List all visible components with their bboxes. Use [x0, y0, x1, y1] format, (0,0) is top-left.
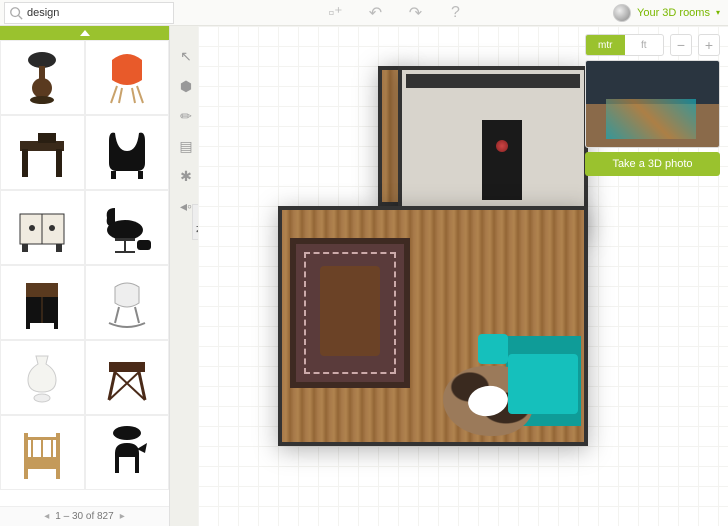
- top-bar: ▫⁺ ↶ ↷ ? Your 3D rooms ▾: [0, 0, 728, 26]
- item-grid: [0, 40, 169, 506]
- white-vase-icon: [12, 348, 72, 408]
- undo-icon[interactable]: ↶: [368, 5, 384, 21]
- tool-column: ↖ ⬢ ✏ ▤ ✱ ◂◦: [170, 40, 198, 222]
- dog-lamp-icon: [97, 423, 157, 483]
- kitchen-island[interactable]: [482, 120, 522, 200]
- search-wrap: [4, 2, 174, 24]
- catalog-item[interactable]: [0, 40, 85, 115]
- catalog-item[interactable]: [85, 115, 170, 190]
- take-3d-photo-button[interactable]: Take a 3D photo: [585, 152, 720, 176]
- tray-table-icon: [97, 348, 157, 408]
- bamboo-chair-icon: [12, 423, 72, 483]
- tool-brush[interactable]: ✏: [174, 104, 198, 128]
- chevron-up-icon: [80, 30, 90, 36]
- catalog-item[interactable]: [0, 415, 85, 490]
- right-panel: mtr ft − + Take a 3D photo: [585, 34, 720, 176]
- catalog-item[interactable]: [0, 265, 85, 340]
- catalog-item[interactable]: [85, 340, 170, 415]
- catalog-item[interactable]: [85, 190, 170, 265]
- search-input[interactable]: [27, 7, 169, 19]
- unit-toggle: mtr ft: [585, 34, 664, 56]
- black-wing-armchair-icon: [97, 123, 157, 183]
- help-icon[interactable]: ?: [448, 5, 464, 21]
- zoom-in-button[interactable]: +: [698, 34, 720, 56]
- catalog-panel: ◂ 1 – 30 of 827 ▸: [0, 26, 170, 526]
- pager: ◂ 1 – 30 of 827 ▸: [0, 506, 169, 526]
- search-icon: [9, 6, 23, 20]
- top-toolbar: ▫⁺ ↶ ↷ ?: [328, 5, 464, 21]
- pager-prev[interactable]: ◂: [44, 511, 49, 522]
- rocking-chair-icon: [97, 273, 157, 333]
- unit-imperial[interactable]: ft: [625, 35, 664, 55]
- eames-lounge-chair-icon: [97, 198, 157, 258]
- catalog-item[interactable]: [0, 190, 85, 265]
- teal-sofa[interactable]: [508, 354, 578, 414]
- floorplan[interactable]: [248, 66, 588, 446]
- collapse-bar[interactable]: [0, 26, 169, 40]
- black-cabinet-icon: [12, 273, 72, 333]
- antique-desk-icon: [12, 123, 72, 183]
- user-rooms-label: Your 3D rooms: [637, 7, 710, 19]
- unit-metric[interactable]: mtr: [586, 35, 625, 55]
- preview-3d[interactable]: [585, 60, 720, 148]
- catalog-item[interactable]: [0, 340, 85, 415]
- redo-icon[interactable]: ↷: [408, 5, 424, 21]
- tool-list[interactable]: ▤: [174, 134, 198, 158]
- tool-navigate[interactable]: ↖: [174, 44, 198, 68]
- catalog-item[interactable]: [85, 265, 170, 340]
- pager-label: 1 – 30 of 827: [55, 511, 113, 522]
- catalog-item[interactable]: [0, 115, 85, 190]
- pager-next[interactable]: ▸: [120, 511, 125, 522]
- ornate-lamp-icon: [12, 48, 72, 108]
- tool-paint-bucket[interactable]: ⬢: [174, 74, 198, 98]
- avatar: [613, 4, 631, 22]
- dining-table[interactable]: [320, 266, 380, 356]
- zoom-out-button[interactable]: −: [670, 34, 692, 56]
- user-area[interactable]: Your 3D rooms ▾: [613, 4, 720, 22]
- carved-chest-icon: [12, 198, 72, 258]
- catalog-item[interactable]: [85, 415, 170, 490]
- catalog-item[interactable]: [85, 40, 170, 115]
- orange-shell-chair-icon: [97, 48, 157, 108]
- chevron-down-icon: ▾: [716, 8, 720, 17]
- tool-settings[interactable]: ✱: [174, 164, 198, 188]
- new-page-icon[interactable]: ▫⁺: [328, 5, 344, 21]
